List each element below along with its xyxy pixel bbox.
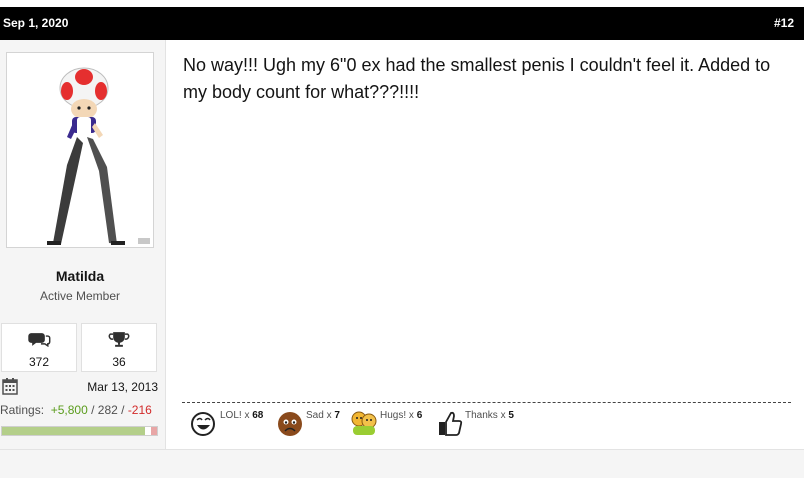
ratings-label: Ratings: xyxy=(0,403,45,417)
rating-bar-negative xyxy=(150,427,157,435)
ratings-separator: / xyxy=(117,403,128,417)
hugs-icon xyxy=(351,411,377,435)
ratings-summary: Ratings: +5,800 / 282 / -216 xyxy=(0,403,152,417)
messages-stat[interactable]: 372 xyxy=(1,323,77,372)
post-date[interactable]: Sep 1, 2020 xyxy=(3,16,68,30)
joined-date: Mar 13, 2013 xyxy=(87,380,158,394)
reaction-hugs[interactable]: Hugs! x 6 xyxy=(350,407,430,439)
trophy-points: 36 xyxy=(112,355,126,369)
post-header: Sep 1, 2020 #12 xyxy=(0,7,804,40)
reactions-divider xyxy=(182,402,791,403)
user-info-column: Matilda Active Member 372 36 Mar 13, 201… xyxy=(0,40,166,449)
calendar-icon xyxy=(2,378,18,395)
ratings-separator: / xyxy=(87,403,98,417)
reaction-lol[interactable]: LOL! x 68 xyxy=(190,407,276,439)
post-number-link[interactable]: #12 xyxy=(774,16,794,30)
reaction-thanks[interactable]: Thanks x 5 xyxy=(436,407,522,439)
ratings-positive: +5,800 xyxy=(50,403,88,417)
ratings-negative: -216 xyxy=(127,403,152,417)
sad-face-icon xyxy=(278,412,302,436)
user-title: Active Member xyxy=(39,289,121,303)
avatar-corner-mark xyxy=(138,238,150,244)
post-message: No way!!! Ugh my 6"0 ex had the smallest… xyxy=(183,55,771,102)
rating-bar xyxy=(1,426,158,436)
speech-bubbles-icon xyxy=(28,333,51,347)
reaction-thanks-text: Thanks x 5 xyxy=(465,410,514,421)
reaction-hugs-text: Hugs! x 6 xyxy=(380,410,423,421)
trophy-icon xyxy=(108,332,130,347)
thumbs-up-icon xyxy=(439,411,463,436)
top-strip xyxy=(0,0,804,7)
reaction-sad-text: Sad x 7 xyxy=(306,410,340,421)
post-footer-strip xyxy=(0,449,804,478)
avatar-character-image xyxy=(47,67,125,245)
reaction-sad[interactable]: Sad x 7 xyxy=(276,407,346,439)
avatar[interactable] xyxy=(6,52,154,248)
ratings-neutral: 282 xyxy=(97,403,118,417)
messages-count: 372 xyxy=(28,355,50,369)
lol-face-icon xyxy=(191,412,215,436)
rating-bar-positive xyxy=(2,427,145,435)
trophy-stat[interactable]: 36 xyxy=(81,323,157,372)
reaction-lol-text: LOL! x 68 xyxy=(220,410,264,421)
username[interactable]: Matilda xyxy=(0,268,160,284)
